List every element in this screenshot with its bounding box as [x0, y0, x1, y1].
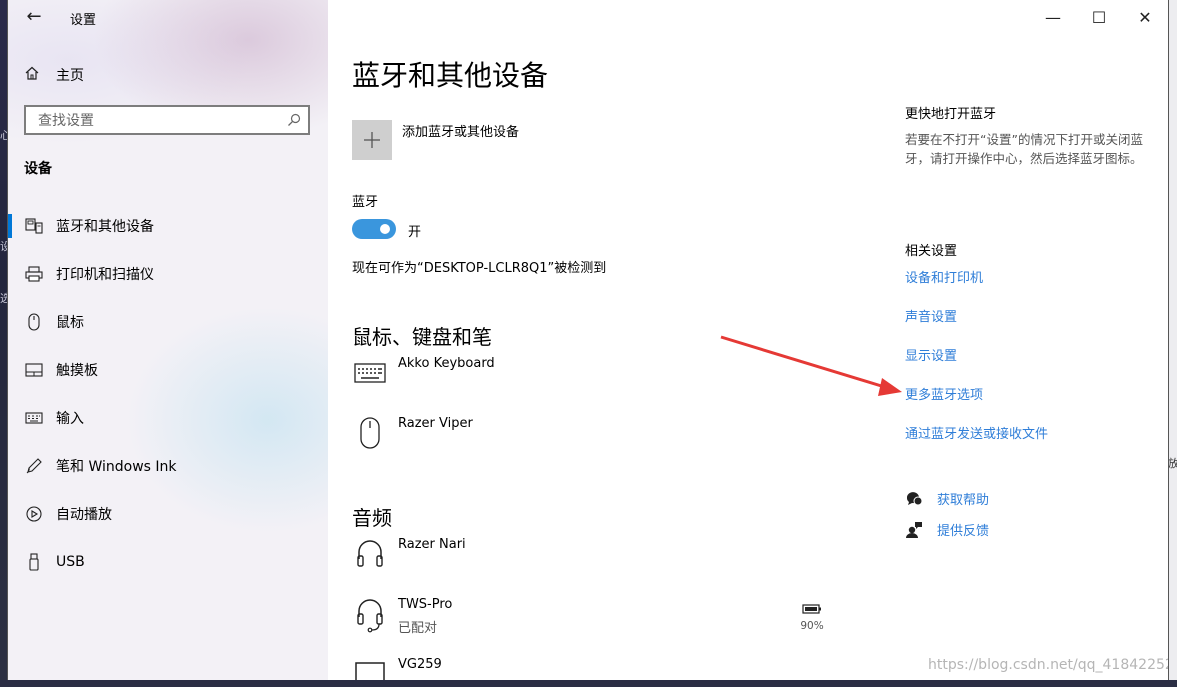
bluetooth-devices-icon — [24, 218, 44, 234]
keyboard-icon — [352, 356, 388, 396]
sidebar-item-label: 蓝牙和其他设备 — [56, 219, 154, 235]
page-title: 蓝牙和其他设备 — [352, 59, 549, 92]
sidebar-item-label: 触摸板 — [56, 363, 98, 379]
sidebar-item-typing[interactable]: 输入 — [8, 398, 328, 438]
sidebar-item-usb[interactable]: USB — [8, 542, 328, 582]
sidebar-item-mouse[interactable]: 鼠标 — [8, 302, 328, 342]
search-input[interactable] — [36, 108, 280, 134]
add-device-button[interactable] — [352, 120, 392, 160]
group-title-input-devices: 鼠标、键盘和笔 — [352, 325, 492, 349]
headphones-icon — [352, 537, 388, 577]
sidebar-item-label: 输入 — [56, 411, 84, 427]
nav-home-label: 主页 — [56, 68, 84, 84]
device-status: 已配对 — [398, 621, 438, 636]
window-title: 设置 — [70, 13, 97, 28]
device-item[interactable]: Akko Keyboard — [352, 356, 852, 406]
background-text-fragment: 放 — [1168, 457, 1177, 470]
sidebar-item-touchpad[interactable]: 触摸板 — [8, 350, 328, 390]
plus-icon — [364, 132, 380, 148]
sidebar-item-label: USB — [56, 554, 85, 570]
desktop-text-fragment: 心 — [0, 129, 8, 142]
device-item[interactable]: Razer Viper — [352, 416, 852, 466]
related-settings-title: 相关设置 — [905, 244, 958, 259]
get-help-link[interactable]: 获取帮助 — [937, 489, 989, 508]
maximize-button[interactable]: ☐ — [1076, 4, 1122, 30]
mouse-icon — [352, 416, 388, 456]
keyboard-icon — [24, 412, 44, 424]
sidebar-item-printers[interactable]: 打印机和扫描仪 — [8, 254, 328, 294]
feedback-icon — [905, 521, 923, 539]
back-button[interactable]: ← — [22, 6, 46, 30]
link-more-bluetooth-options[interactable]: 更多蓝牙选项 — [905, 384, 983, 403]
link-send-receive-files[interactable]: 通过蓝牙发送或接收文件 — [905, 423, 1048, 442]
sidebar-item-pen[interactable]: 笔和 Windows Ink — [8, 446, 328, 486]
sidebar-item-label: 笔和 Windows Ink — [56, 459, 177, 475]
device-name: VG259 — [398, 657, 442, 672]
sidebar-section-title: 设备 — [24, 161, 52, 177]
bluetooth-label: 蓝牙 — [352, 195, 379, 210]
device-item[interactable]: TWS-Pro 已配对 90% — [352, 597, 852, 647]
mouse-icon — [24, 313, 44, 331]
usb-icon — [24, 553, 44, 571]
quick-bluetooth-title: 更快地打开蓝牙 — [905, 107, 997, 122]
link-display-settings[interactable]: 显示设置 — [905, 345, 957, 364]
get-help-row[interactable]: 获取帮助 — [905, 489, 989, 508]
help-chat-icon — [905, 490, 923, 508]
device-name: Razer Nari — [398, 537, 466, 552]
toggle-knob — [380, 224, 390, 234]
device-item[interactable]: VG259 — [352, 657, 852, 680]
search-box[interactable] — [24, 105, 310, 135]
pen-icon — [24, 457, 44, 475]
sidebar-item-label: 打印机和扫描仪 — [56, 267, 154, 283]
link-devices-printers[interactable]: 设备和打印机 — [905, 267, 983, 286]
settings-window: ← 设置 主页 设备 蓝牙和其他设备 打印机和扫描仪 — [8, 0, 1168, 680]
battery-icon — [802, 604, 821, 614]
close-button[interactable]: ✕ — [1122, 4, 1168, 30]
touchpad-icon — [24, 363, 44, 377]
device-name: Akko Keyboard — [398, 356, 495, 371]
feedback-link[interactable]: 提供反馈 — [937, 520, 989, 539]
desktop-text-fragment: 设 — [0, 240, 8, 253]
group-title-audio: 音频 — [352, 506, 392, 530]
sidebar-item-autoplay[interactable]: 自动播放 — [8, 494, 328, 534]
discoverable-text: 现在可作为“DESKTOP-LCLR8Q1”被检测到 — [352, 261, 607, 276]
taskbar-strip — [0, 680, 1177, 687]
headset-icon — [352, 597, 388, 637]
main-content: — ☐ ✕ 蓝牙和其他设备 添加蓝牙或其他设备 蓝牙 开 现在可作为“DESKT… — [328, 0, 1168, 680]
autoplay-icon — [24, 505, 44, 523]
minimize-button[interactable]: — — [1030, 4, 1076, 30]
sidebar: ← 设置 主页 设备 蓝牙和其他设备 打印机和扫描仪 — [8, 0, 328, 680]
background-window-strip — [1168, 0, 1177, 687]
feedback-row[interactable]: 提供反馈 — [905, 520, 989, 539]
search-icon[interactable] — [286, 112, 302, 128]
watermark: https://blog.csdn.net/qq_41842252 — [928, 657, 1168, 673]
toggle-state-label: 开 — [408, 225, 422, 240]
monitor-icon — [352, 657, 388, 680]
battery-indicator: 90% — [792, 599, 832, 632]
device-item[interactable]: Razer Nari — [352, 537, 852, 587]
device-name: TWS-Pro — [398, 597, 453, 612]
nav-home[interactable]: 主页 — [22, 62, 322, 88]
desktop-text-fragment: 选 — [0, 292, 8, 305]
quick-bluetooth-desc: 若要在不打开“设置”的情况下打开或关闭蓝牙，请打开操作中心，然后选择蓝牙图标。 — [905, 132, 1143, 166]
bluetooth-toggle[interactable] — [352, 219, 396, 239]
battery-percent: 90% — [800, 620, 824, 632]
add-device-label[interactable]: 添加蓝牙或其他设备 — [402, 121, 519, 140]
link-sound-settings[interactable]: 声音设置 — [905, 306, 957, 325]
sidebar-item-label: 鼠标 — [56, 315, 84, 331]
home-icon — [22, 65, 42, 85]
printer-icon — [24, 266, 44, 282]
device-name: Razer Viper — [398, 416, 473, 431]
sidebar-item-label: 自动播放 — [56, 507, 112, 523]
sidebar-item-bluetooth[interactable]: 蓝牙和其他设备 — [8, 206, 328, 246]
